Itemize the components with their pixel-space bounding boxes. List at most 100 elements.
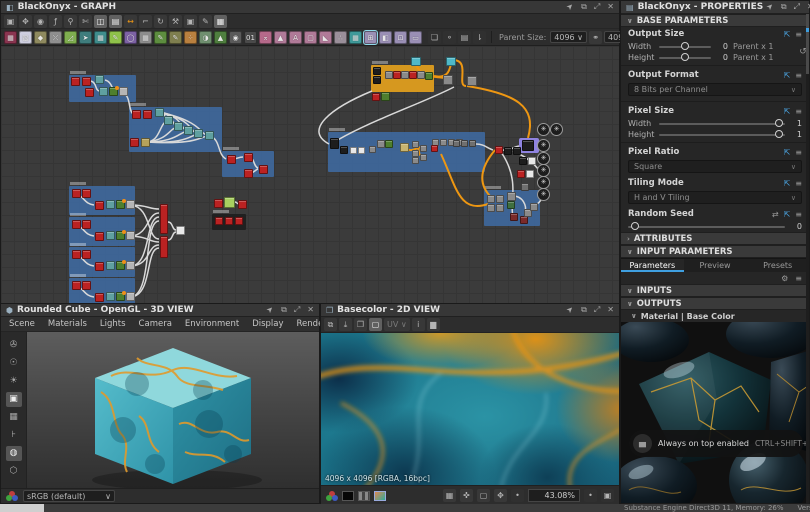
search-icon[interactable]: ⚲ <box>64 15 77 28</box>
graph-node[interactable] <box>412 150 419 157</box>
menu-display[interactable]: Display <box>252 319 283 329</box>
graph-node[interactable] <box>411 57 421 66</box>
graph-node[interactable] <box>164 116 173 125</box>
graph-node[interactable] <box>72 220 81 229</box>
graph-node[interactable] <box>530 203 538 211</box>
graph-node[interactable] <box>425 72 433 80</box>
graph-node[interactable] <box>126 261 135 270</box>
graph-node[interactable] <box>446 57 456 66</box>
zoom-level-input[interactable]: 43.08% <box>528 489 580 502</box>
gradient-node-icon[interactable]: ◑ <box>199 31 212 44</box>
expose-parameter-icon[interactable]: ⇱ <box>784 30 791 39</box>
tile-node-icon[interactable]: ▦ <box>94 31 107 44</box>
curved-links-icon[interactable]: ↻ <box>154 15 167 28</box>
expose-parameter-icon[interactable]: ⇱ <box>784 179 791 188</box>
graph-node[interactable] <box>372 93 380 101</box>
graph-node[interactable] <box>205 131 214 140</box>
graph-node[interactable] <box>72 281 81 290</box>
graph-node[interactable] <box>95 293 104 302</box>
parameter-menu-icon[interactable]: ≡ <box>795 107 802 116</box>
graph-node[interactable] <box>469 140 476 147</box>
dot-node-icon[interactable]: ⚬ <box>443 31 456 44</box>
section-attributes[interactable]: › ATTRIBUTES <box>621 232 809 245</box>
graph-node[interactable] <box>194 129 203 138</box>
section-outputs[interactable]: ∨ OUTPUTS <box>621 297 809 310</box>
wireframe-sphere-icon[interactable]: ◍ <box>6 446 22 461</box>
comment-icon[interactable]: ❏ <box>428 31 441 44</box>
graph-node[interactable] <box>507 201 515 209</box>
noise-node-icon[interactable]: ▲ <box>214 31 227 44</box>
graph-node[interactable] <box>420 154 427 161</box>
graph-node[interactable] <box>487 195 495 203</box>
graph-node[interactable] <box>510 213 518 221</box>
transform2d-node-icon[interactable]: ⊞ <box>364 31 377 44</box>
curve-node-icon[interactable]: ⌅ <box>259 31 272 44</box>
graph-node[interactable] <box>453 140 460 147</box>
maximize-icon[interactable]: ⤢ <box>794 2 800 12</box>
menu-camera[interactable]: Camera <box>139 319 172 329</box>
graph-node[interactable] <box>420 145 427 152</box>
graph-node[interactable] <box>519 157 527 165</box>
float-icon[interactable]: ⧉ <box>781 2 787 12</box>
graph-canvas[interactable]: ✳✳✳✳✳✳✳ <box>1 46 619 303</box>
warn-node-icon[interactable]: ▲ <box>274 31 287 44</box>
graph-node[interactable] <box>340 146 348 154</box>
menu-materials[interactable]: Materials <box>48 319 87 329</box>
color-display-icon[interactable] <box>374 491 386 501</box>
parameter-menu-icon[interactable]: ≡ <box>795 148 802 157</box>
graph-node[interactable] <box>520 216 528 224</box>
graph-node[interactable] <box>409 71 417 79</box>
svg-node-icon[interactable]: ▧ <box>19 31 32 44</box>
graph-node[interactable] <box>155 108 164 117</box>
link-size-icon[interactable]: ⚭ <box>589 31 602 44</box>
graph-node[interactable] <box>82 189 91 198</box>
axis-icon[interactable]: ⊦ <box>6 428 22 443</box>
float-icon[interactable]: ⧉ <box>581 305 587 315</box>
pixel-width-slider[interactable] <box>659 123 785 125</box>
colorspace-select[interactable]: sRGB (default) ∨ <box>23 490 115 502</box>
graph-node[interactable] <box>126 292 135 301</box>
graph-node[interactable] <box>504 147 512 155</box>
graph-node[interactable] <box>358 147 365 154</box>
graph-node[interactable] <box>119 87 128 96</box>
brush-node-icon[interactable]: ✎ <box>169 31 182 44</box>
edit-node-icon[interactable]: ✎ <box>109 31 122 44</box>
function-icon[interactable]: ƒ <box>49 15 62 28</box>
fit-view-icon[interactable]: ▢ <box>477 489 490 502</box>
parameter-menu-icon[interactable]: ≡ <box>795 71 802 80</box>
graph-node[interactable] <box>517 170 525 178</box>
menu-lights[interactable]: Lights <box>100 319 126 329</box>
graph-node[interactable] <box>381 92 390 101</box>
expose-parameter-icon[interactable]: ⇱ <box>784 71 791 80</box>
bitmap-node-icon[interactable]: ▦ <box>4 31 17 44</box>
expose-parameter-icon[interactable]: ⇱ <box>784 148 791 157</box>
gear-icon[interactable]: ⚙ <box>781 274 788 283</box>
expose-parameter-icon[interactable]: ⇱ <box>784 107 791 116</box>
graph-node[interactable] <box>521 183 529 191</box>
graph-node[interactable] <box>496 195 504 203</box>
center-view-icon[interactable]: ✜ <box>460 489 473 502</box>
pin-icon[interactable]: ➤ <box>565 304 577 316</box>
levels-node-icon[interactable]: 01 <box>244 31 257 44</box>
graph-node[interactable] <box>443 75 453 85</box>
graph-node[interactable] <box>417 71 425 79</box>
graph-node[interactable] <box>528 157 536 165</box>
splatter-node-icon[interactable]: ∴ <box>334 31 347 44</box>
graph-node[interactable] <box>215 217 223 225</box>
close-icon[interactable]: ✕ <box>607 305 614 315</box>
camera-icon[interactable]: ✇ <box>6 338 22 353</box>
tiling-grid-icon[interactable]: ▦ <box>443 489 456 502</box>
graph-node[interactable] <box>401 71 409 79</box>
graph-node[interactable] <box>72 250 81 259</box>
selection-node-icon[interactable]: ▢ <box>304 31 317 44</box>
shape-node-icon[interactable]: ◯ <box>124 31 137 44</box>
checker-node-icon[interactable]: ▦ <box>349 31 362 44</box>
maximize-icon[interactable]: ⤢ <box>594 305 600 315</box>
graph-node[interactable] <box>106 292 115 301</box>
maximize-icon[interactable]: ⤢ <box>294 305 300 315</box>
shuffle-icon[interactable]: ⇄ <box>772 210 779 219</box>
view-3d-viewport[interactable] <box>27 332 319 488</box>
graph-node[interactable] <box>259 165 268 174</box>
graph-node[interactable] <box>95 232 104 241</box>
lock-zoom-icon[interactable]: ▣ <box>601 489 614 502</box>
